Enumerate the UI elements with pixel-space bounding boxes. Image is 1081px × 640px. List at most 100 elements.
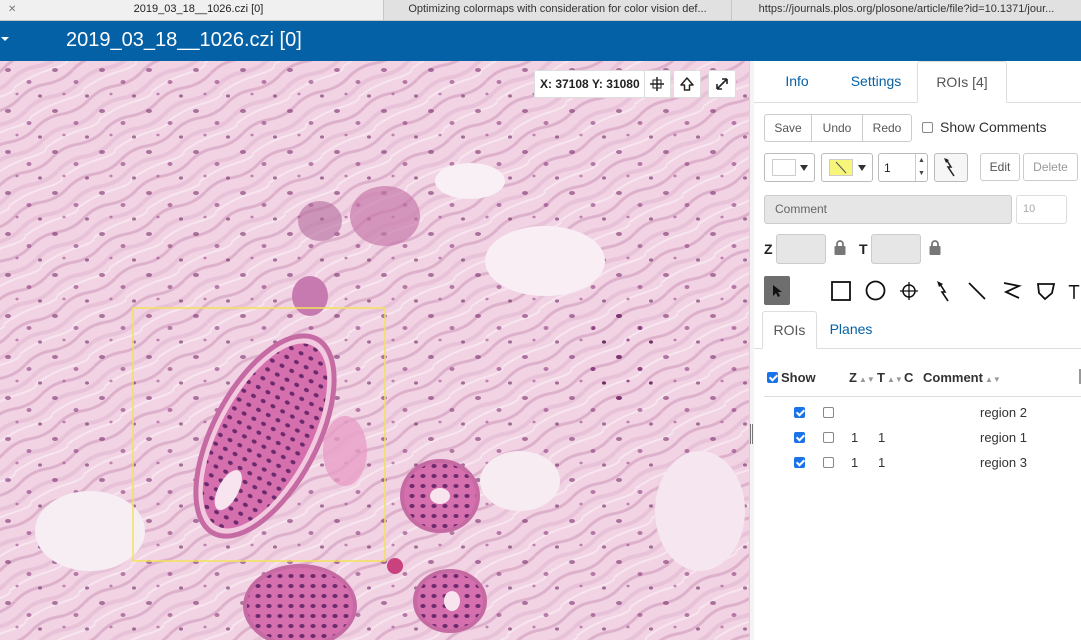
column-z[interactable]: Z ▲▼ (849, 370, 875, 385)
arrowhead-button[interactable] (934, 153, 968, 182)
polygon-icon (1036, 282, 1056, 300)
z-cell: 1 (851, 430, 859, 445)
image-title: 2019_03_18__1026.czi [0] (66, 29, 302, 51)
select-checkbox[interactable] (823, 406, 834, 421)
select-pointer-icon (773, 284, 782, 297)
comment-cell: region 3 (980, 455, 1027, 470)
line-tool[interactable] (964, 276, 990, 305)
select-checkbox[interactable] (823, 456, 834, 471)
font-size-input[interactable]: 10 (1016, 195, 1067, 224)
comment-cell: region 2 (980, 405, 1027, 420)
z-label: Z (764, 241, 773, 257)
home-view-button[interactable] (673, 70, 701, 98)
sort-icon: ▲▼ (886, 375, 903, 384)
rectangle-icon (831, 280, 851, 301)
panel-tabs: Info Settings ROIs [4] (754, 61, 1081, 103)
roi-subtabs: ROIs Planes (754, 311, 1081, 349)
app-header: 2019_03_18__1026.czi [0] (0, 21, 1081, 61)
caret-down-icon[interactable] (1, 37, 9, 41)
sort-icon: ▲▼ (858, 375, 875, 384)
visible-checkbox[interactable] (794, 406, 805, 421)
table-row[interactable]: 1 1 region 1 (754, 424, 1081, 449)
line-icon (968, 281, 986, 300)
lock-icon[interactable] (833, 239, 847, 256)
rectangle-tool[interactable] (828, 276, 854, 305)
browser-tab-title: Optimizing colormaps with consideration … (408, 3, 707, 15)
column-t[interactable]: T ▲▼ (877, 370, 903, 385)
header-divider (764, 396, 1081, 397)
tab-rois-list[interactable]: ROIs (762, 311, 817, 349)
stroke-color-swatch (772, 159, 796, 176)
show-comments-toggle[interactable]: Show Comments (922, 119, 1047, 135)
column-show[interactable]: Show (781, 370, 816, 385)
browser-tab[interactable]: Optimizing colormaps with consideration … (384, 0, 732, 20)
point-icon (900, 281, 918, 300)
tab-settings[interactable]: Settings (832, 61, 920, 102)
crosshair-icon[interactable] (643, 71, 670, 97)
right-panel: Info Settings ROIs [4] Save Undo Redo Sh… (754, 61, 1081, 640)
t-cell: 1 (878, 455, 886, 470)
tab-planes[interactable]: Planes (822, 311, 880, 348)
column-c[interactable]: C (904, 370, 913, 385)
t-input[interactable] (871, 234, 921, 264)
show-comments-label: Show Comments (940, 119, 1047, 135)
text-tool[interactable] (1067, 276, 1081, 305)
image-viewer[interactable]: X: 37108 Y: 31080 (0, 61, 749, 640)
undo-button[interactable]: Undo (811, 114, 863, 142)
lock-icon[interactable] (928, 239, 942, 256)
expand-icon (716, 78, 728, 90)
visible-checkbox[interactable] (794, 456, 805, 471)
table-row[interactable]: 1 1 region 3 (754, 449, 1081, 474)
caret-down-icon (800, 165, 808, 171)
t-cell: 1 (878, 430, 886, 445)
fill-color-swatch (829, 159, 853, 176)
comment-cell: region 1 (980, 430, 1027, 445)
polygon-tool[interactable] (1033, 276, 1059, 305)
caret-down-icon (858, 165, 866, 171)
comment-input[interactable]: Comment (764, 195, 1012, 224)
fill-color-picker[interactable] (821, 153, 873, 182)
edit-button[interactable]: Edit (980, 153, 1020, 181)
arrow-icon (937, 280, 949, 301)
sort-icon: ▲▼ (984, 375, 1001, 384)
z-input[interactable] (776, 234, 826, 264)
text-icon (1068, 284, 1080, 299)
save-button[interactable]: Save (764, 114, 812, 142)
browser-tab-title: 2019_03_18__1026.czi [0] (133, 3, 264, 15)
stepper-arrows-icon[interactable]: ▲ ▼ (915, 154, 927, 181)
delete-button[interactable]: Delete (1023, 153, 1078, 181)
stroke-color-picker[interactable] (764, 153, 815, 182)
t-label: T (859, 241, 868, 257)
browser-tab-title: https://journals.plos.org/plosone/articl… (758, 3, 1055, 15)
tab-rois[interactable]: ROIs [4] (917, 61, 1007, 103)
select-checkbox[interactable] (823, 431, 834, 446)
browser-tab[interactable]: https://journals.plos.org/plosone/articl… (732, 0, 1081, 20)
splitter-grip[interactable] (750, 424, 753, 444)
ellipse-icon (865, 280, 885, 301)
tissue-image (0, 61, 749, 640)
tab-info[interactable]: Info (764, 61, 830, 102)
coordinate-text: X: 37108 Y: 31080 (540, 77, 640, 91)
column-comment[interactable]: Comment ▲▼ (923, 370, 1001, 385)
coordinate-readout: X: 37108 Y: 31080 (534, 70, 671, 98)
point-tool[interactable] (896, 276, 922, 305)
arrow-tool[interactable] (930, 276, 956, 305)
roi-table-header: Show Z ▲▼ T ▲▼ C Comment ▲▼ (754, 363, 1081, 391)
arrowhead-icon (944, 158, 955, 177)
polyline-icon (1003, 281, 1022, 299)
line-width-value: 1 (884, 161, 891, 175)
polyline-tool[interactable] (998, 276, 1024, 305)
browser-tab-strip: ✕ 2019_03_18__1026.czi [0] Optimizing co… (0, 0, 1081, 21)
redo-button[interactable]: Redo (862, 114, 912, 142)
visible-checkbox[interactable] (794, 431, 805, 446)
show-comments-checkbox[interactable] (922, 121, 933, 133)
show-all-checkbox[interactable] (767, 371, 778, 386)
browser-tab[interactable]: ✕ 2019_03_18__1026.czi [0] (0, 0, 384, 20)
z-cell: 1 (851, 455, 859, 470)
table-row[interactable]: region 2 (754, 399, 1081, 424)
fullscreen-button[interactable] (708, 70, 736, 98)
ellipse-tool[interactable] (862, 276, 888, 305)
close-tab-icon[interactable]: ✕ (8, 0, 16, 19)
select-tool[interactable] (764, 276, 790, 305)
line-width-stepper[interactable]: 1 ▲ ▼ (878, 153, 928, 182)
